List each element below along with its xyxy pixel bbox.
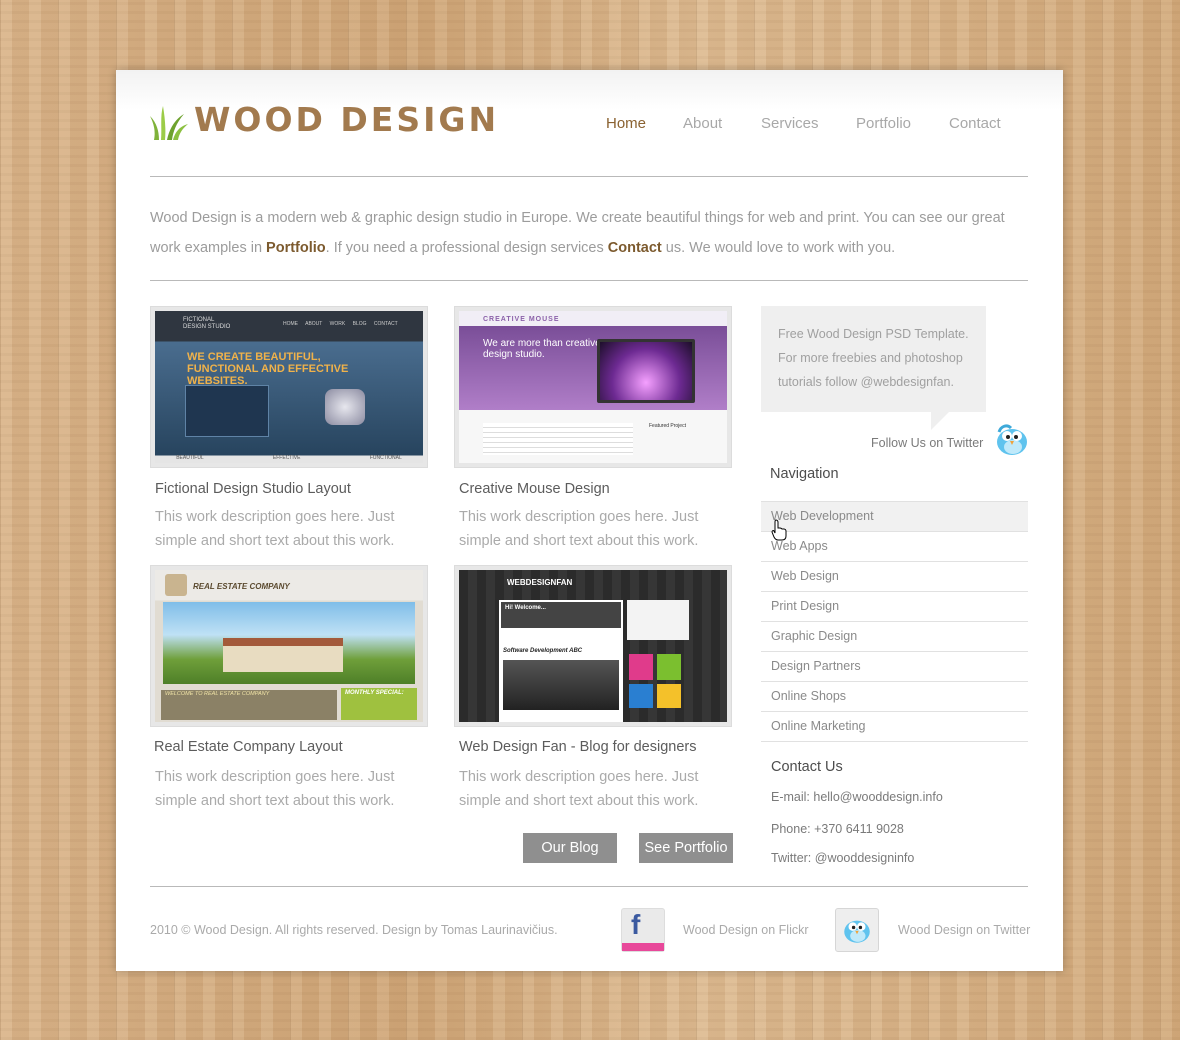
shot1-footer-3: FUNCTIONAL bbox=[369, 455, 402, 461]
portfolio-title-4[interactable]: Web Design Fan - Blog for designers bbox=[459, 739, 697, 755]
portfolio-thumb-1[interactable]: FICTIONAL DESIGN STUDIO HOME ABOUT WORK … bbox=[150, 306, 428, 468]
shot2-featured: Featured Project bbox=[649, 423, 686, 429]
header-divider bbox=[150, 176, 1028, 177]
portfolio-title-3[interactable]: Real Estate Company Layout bbox=[154, 739, 343, 755]
shot1-brand: FICTIONAL DESIGN STUDIO bbox=[183, 317, 231, 330]
shot1-nav-about: ABOUT bbox=[305, 321, 323, 327]
portfolio-desc-4: This work description goes here. Just si… bbox=[459, 769, 699, 809]
nav-portfolio[interactable]: Portfolio bbox=[856, 115, 911, 132]
sidebar-item-web-design[interactable]: Web Design bbox=[761, 562, 1028, 592]
contact-twitter[interactable]: Twitter: @wooddesigninfo bbox=[771, 851, 914, 865]
shot1-footer-1: BEAUTIFUL bbox=[176, 455, 204, 461]
sidebar-item-web-development[interactable]: Web Development bbox=[761, 501, 1028, 532]
shot1-footer-2: EFFECTIVE bbox=[272, 455, 301, 461]
page-container: Wood Design Home About Services Portfoli… bbox=[116, 70, 1063, 971]
twitter-bird-icon[interactable] bbox=[993, 420, 1031, 460]
contact-email[interactable]: E-mail: hello@wooddesign.info bbox=[771, 790, 943, 804]
shot1-icon bbox=[325, 389, 365, 425]
shot4-keyboard bbox=[503, 660, 619, 710]
facebook-letter: f bbox=[631, 909, 641, 940]
shot2-brand: CREATIVE MOUSE bbox=[483, 316, 560, 323]
footer-twitter-bird-icon bbox=[844, 920, 870, 943]
shot3-welcome: WELCOME TO REAL ESTATE COMPANY bbox=[165, 691, 270, 697]
footer-copyright: 2010 © Wood Design. All rights reserved.… bbox=[150, 923, 558, 937]
shot4-post: Software Development ABC bbox=[503, 648, 583, 654]
shot3-brand: REAL ESTATE COMPANY bbox=[193, 582, 290, 591]
portfolio-thumb-2[interactable]: CREATIVE MOUSE We are more than creative… bbox=[454, 306, 732, 468]
intro-contact-link[interactable]: Contact bbox=[608, 240, 662, 256]
shot1-nav-blog: BLOG bbox=[352, 321, 367, 327]
shot1-headline: WE CREATE BEAUTIFUL, FUNCTIONAL AND EFFE… bbox=[187, 351, 349, 387]
shot4-ad-3 bbox=[629, 684, 653, 708]
portfolio-screenshot-2: CREATIVE MOUSE We are more than creative… bbox=[459, 311, 727, 463]
footer-twitter-link[interactable]: Wood Design on Twitter bbox=[898, 923, 1030, 937]
shot2-headline: We are more than creative design studio. bbox=[483, 338, 601, 360]
portfolio-thumb-3[interactable]: REAL ESTATE COMPANY WELCOME TO REAL ESTA… bbox=[150, 565, 428, 727]
shot1-nav-work: WORK bbox=[329, 321, 346, 327]
shot4-subscribe bbox=[627, 600, 689, 640]
hand-cursor-icon bbox=[771, 519, 787, 541]
portfolio-screenshot-1: FICTIONAL DESIGN STUDIO HOME ABOUT WORK … bbox=[155, 311, 423, 463]
sidebar-item-online-shops[interactable]: Online Shops bbox=[761, 682, 1028, 712]
intro-divider bbox=[150, 280, 1028, 281]
sidebar-item-graphic-design[interactable]: Graphic Design bbox=[761, 622, 1028, 652]
footer-twitter-icon[interactable] bbox=[835, 908, 879, 952]
footer-divider bbox=[150, 886, 1028, 887]
nav-services[interactable]: Services bbox=[761, 115, 819, 132]
shot3-special: MONTHLY SPECIAL: bbox=[345, 690, 404, 696]
logo-text[interactable]: Wood Design bbox=[194, 100, 499, 139]
sidebar-nav-list: Web Development Web Apps Web Design Prin… bbox=[761, 501, 1028, 742]
portfolio-thumb-4[interactable]: WEBDESIGNFAN Hi! Welcome... Software Dev… bbox=[454, 565, 732, 727]
sidebar-item-design-partners[interactable]: Design Partners bbox=[761, 652, 1028, 682]
facebook-icon-bar bbox=[622, 943, 664, 951]
intro-text: Wood Design is a modern web & graphic de… bbox=[150, 203, 1030, 263]
portfolio-screenshot-3: REAL ESTATE COMPANY WELCOME TO REAL ESTA… bbox=[155, 570, 423, 722]
shot1-nav: HOME ABOUT WORK BLOG CONTACT bbox=[283, 321, 398, 327]
grass-logo-icon bbox=[150, 106, 188, 140]
shot3-house bbox=[223, 638, 343, 672]
intro-portfolio-link[interactable]: Portfolio bbox=[266, 240, 326, 256]
shot3-logo-icon bbox=[165, 574, 187, 596]
shot4-ad-1 bbox=[629, 654, 653, 680]
shot1-nav-home: HOME bbox=[283, 321, 298, 327]
portfolio-desc-3: This work description goes here. Just si… bbox=[155, 769, 395, 809]
shot2-text-lines bbox=[483, 423, 633, 455]
sidebar-item-print-design[interactable]: Print Design bbox=[761, 592, 1028, 622]
shot1-footer: BEAUTIFUL EFFECTIVE FUNCTIONAL bbox=[155, 455, 423, 461]
contact-heading: Contact Us bbox=[771, 759, 843, 775]
shot1-nav-contact: CONTACT bbox=[373, 321, 398, 327]
portfolio-screenshot-4: WEBDESIGNFAN Hi! Welcome... Software Dev… bbox=[459, 570, 727, 722]
nav-home[interactable]: Home bbox=[606, 115, 646, 132]
sidebar-item-web-apps[interactable]: Web Apps bbox=[761, 532, 1028, 562]
sidebar-nav-heading: Navigation bbox=[770, 466, 839, 482]
our-blog-button[interactable]: Our Blog bbox=[523, 833, 617, 863]
contact-phone: Phone: +370 6411 9028 bbox=[771, 822, 904, 836]
follow-twitter-link[interactable]: Follow Us on Twitter bbox=[871, 436, 983, 450]
twitter-bubble-text: Free Wood Design PSD Template. For more … bbox=[778, 327, 969, 389]
intro-part2: . If you need a professional design serv… bbox=[325, 240, 608, 256]
shot4-brand: WEBDESIGNFAN bbox=[507, 578, 573, 587]
footer-flickr-link[interactable]: Wood Design on Flickr bbox=[683, 923, 809, 937]
sidebar-item-online-marketing[interactable]: Online Marketing bbox=[761, 712, 1028, 742]
shot4-ad-4 bbox=[657, 684, 681, 708]
shot2-laptop bbox=[597, 339, 695, 403]
see-portfolio-button[interactable]: See Portfolio bbox=[639, 833, 733, 863]
twitter-bubble-tail bbox=[931, 412, 949, 430]
portfolio-title-1[interactable]: Fictional Design Studio Layout bbox=[155, 481, 351, 497]
shot4-ad-2 bbox=[657, 654, 681, 680]
portfolio-desc-2: This work description goes here. Just si… bbox=[459, 509, 699, 549]
shot4-welcome: Hi! Welcome... bbox=[505, 605, 546, 611]
nav-about[interactable]: About bbox=[683, 115, 722, 132]
nav-contact[interactable]: Contact bbox=[949, 115, 1001, 132]
shot3-house-photo bbox=[163, 602, 415, 684]
shot1-device bbox=[185, 385, 269, 437]
portfolio-desc-1: This work description goes here. Just si… bbox=[155, 509, 395, 549]
intro-part3: us. We would love to work with you. bbox=[661, 240, 896, 256]
portfolio-title-2[interactable]: Creative Mouse Design bbox=[459, 481, 610, 497]
facebook-icon[interactable]: f bbox=[621, 908, 665, 952]
